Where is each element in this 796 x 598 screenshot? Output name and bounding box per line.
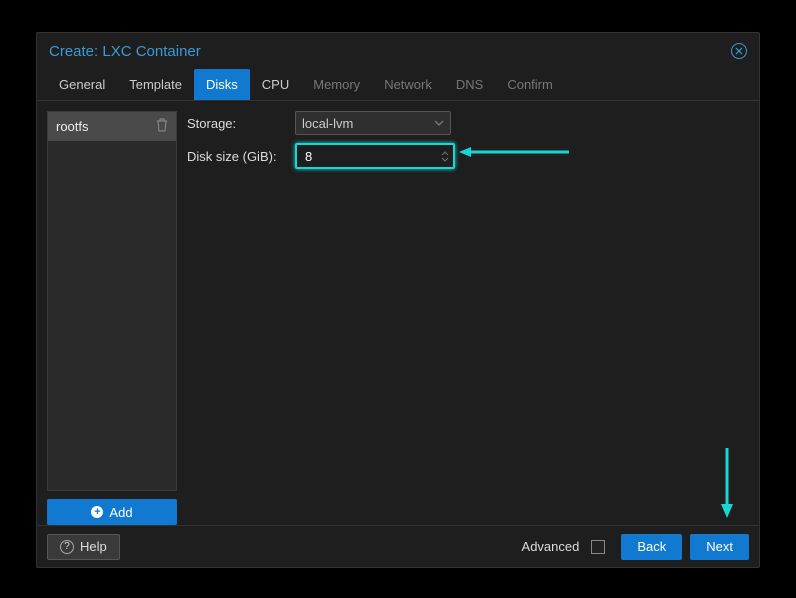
chevron-up-icon — [441, 151, 449, 156]
add-button-label: Add — [109, 505, 132, 520]
storage-value: local-lvm — [302, 116, 353, 131]
wizard-tabs: GeneralTemplateDisksCPUMemoryNetworkDNSC… — [37, 69, 759, 101]
annotation-arrow-horizontal — [459, 146, 569, 158]
storage-label: Storage: — [187, 116, 295, 131]
tab-memory: Memory — [301, 69, 372, 100]
tab-template[interactable]: Template — [117, 69, 194, 100]
tab-dns: DNS — [444, 69, 495, 100]
tab-general[interactable]: General — [47, 69, 117, 100]
advanced-checkbox[interactable] — [591, 540, 605, 554]
body: rootfs + Add Storage: local-lvm — [37, 101, 759, 525]
back-button[interactable]: Back — [621, 534, 682, 560]
trash-icon[interactable] — [156, 118, 168, 135]
disksize-spinner[interactable]: 8 — [295, 143, 455, 169]
help-button-label: Help — [80, 539, 107, 554]
titlebar: Create: LXC Container — [37, 33, 759, 69]
advanced-label: Advanced — [522, 539, 580, 554]
tab-network: Network — [372, 69, 444, 100]
disk-item[interactable]: rootfs — [48, 112, 176, 141]
storage-row: Storage: local-lvm — [187, 111, 749, 135]
add-button[interactable]: + Add — [47, 499, 177, 525]
tab-disks[interactable]: Disks — [194, 69, 250, 100]
annotation-arrow-vertical — [720, 448, 734, 518]
tab-confirm: Confirm — [495, 69, 565, 100]
chevron-down-icon — [441, 157, 449, 162]
back-button-label: Back — [637, 539, 666, 554]
disk-item-label: rootfs — [56, 119, 89, 134]
plus-icon: + — [91, 506, 103, 518]
disksize-label: Disk size (GiB): — [187, 149, 295, 164]
help-button[interactable]: ? Help — [47, 534, 120, 560]
next-button-label: Next — [706, 539, 733, 554]
next-button[interactable]: Next — [690, 534, 749, 560]
create-lxc-window: Create: LXC Container GeneralTemplateDis… — [36, 32, 760, 568]
footer: ? Help Advanced Back Next — [37, 525, 759, 567]
window-title: Create: LXC Container — [49, 43, 201, 60]
storage-select[interactable]: local-lvm — [295, 111, 451, 135]
disksize-value: 8 — [305, 149, 441, 164]
disk-list: rootfs — [47, 111, 177, 491]
chevron-down-icon — [434, 118, 444, 128]
disk-sidebar: rootfs + Add — [47, 111, 177, 525]
disk-form: Storage: local-lvm Disk size (GiB): 8 — [187, 111, 749, 525]
close-icon[interactable] — [731, 43, 747, 59]
help-icon: ? — [60, 540, 74, 554]
spinner-arrows[interactable] — [441, 151, 449, 162]
tab-cpu[interactable]: CPU — [250, 69, 301, 100]
